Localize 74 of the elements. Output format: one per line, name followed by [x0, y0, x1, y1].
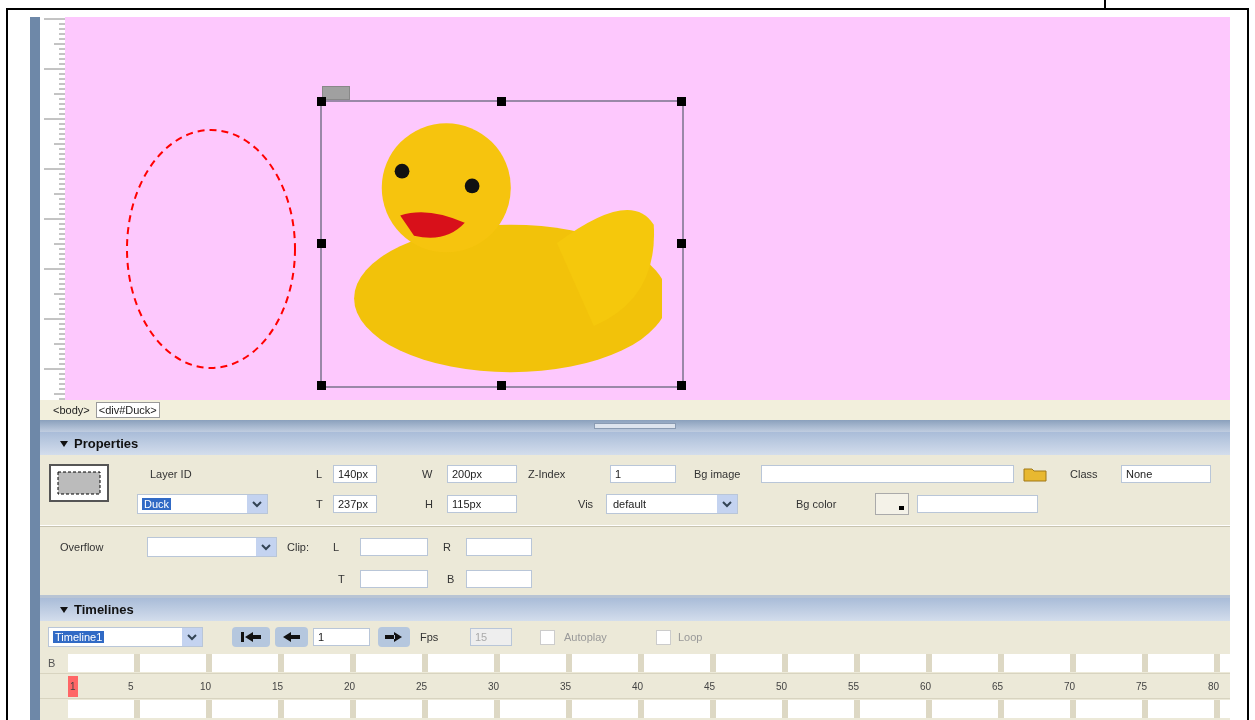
resize-handle[interactable] [317, 97, 326, 106]
frame-field[interactable]: 1 [313, 628, 370, 646]
resize-handle[interactable] [677, 97, 686, 106]
frame-number[interactable]: 10 [198, 675, 214, 697]
layer-tab[interactable] [322, 86, 350, 100]
input-field[interactable] [360, 570, 428, 588]
overflow-select[interactable] [147, 537, 277, 557]
frame-number[interactable]: 40 [630, 675, 646, 697]
tag-selector-item[interactable]: <div#Duck> [95, 402, 160, 418]
frame-number[interactable]: 80 [1206, 675, 1222, 697]
field-label: L [333, 541, 341, 553]
layer-icon [48, 463, 110, 503]
frame-number[interactable]: 60 [918, 675, 934, 697]
resize-handle[interactable] [677, 381, 686, 390]
field-label: L [316, 468, 324, 480]
field-label: T [338, 573, 346, 585]
input-field[interactable]: 140px [333, 465, 377, 483]
field-label: Overflow [60, 541, 105, 553]
rewind-icon[interactable] [232, 627, 270, 647]
input-field[interactable] [360, 538, 428, 556]
field-label: Z-Index [528, 468, 567, 480]
folder-icon[interactable] [1022, 466, 1048, 482]
field-label: Clip: [287, 541, 310, 553]
frame-number[interactable]: 65 [990, 675, 1006, 697]
frame-number[interactable]: 75 [1134, 675, 1150, 697]
color-swatch[interactable] [875, 493, 909, 515]
input-field[interactable] [761, 465, 1014, 483]
field-label: Layer ID [150, 468, 193, 480]
frame-number[interactable]: 70 [1062, 675, 1078, 697]
visibility-select[interactable]: default [606, 494, 738, 514]
checkbox-label: Loop [678, 631, 704, 643]
timeline-select[interactable]: Timeline1 [48, 627, 203, 647]
input-field[interactable] [917, 495, 1038, 513]
checkbox-label: Autoplay [564, 631, 608, 643]
field-label: Vis [578, 498, 595, 510]
panel-header[interactable]: Properties [40, 432, 1230, 455]
frame-number[interactable]: 55 [846, 675, 862, 697]
input-field[interactable] [466, 538, 532, 556]
field-label: Fps [420, 631, 440, 643]
channel-label: B [47, 657, 57, 669]
class-select[interactable]: None [1121, 465, 1211, 483]
resize-handle[interactable] [317, 239, 326, 248]
frame-number[interactable]: 50 [774, 675, 790, 697]
resize-handle[interactable] [317, 381, 326, 390]
field-label: W [422, 468, 434, 480]
panel-header[interactable]: Timelines [40, 598, 1230, 621]
splitter-grip[interactable] [594, 423, 676, 429]
frame-number[interactable]: 35 [558, 675, 574, 697]
input-field[interactable] [466, 570, 532, 588]
input-field[interactable]: 1 [610, 465, 676, 483]
play-icon[interactable] [378, 627, 410, 647]
back-icon[interactable] [275, 627, 308, 647]
resize-handle[interactable] [677, 239, 686, 248]
field-label: Class [1070, 468, 1099, 480]
frame-number[interactable]: 30 [486, 675, 502, 697]
input-field[interactable]: 200px [447, 465, 517, 483]
field-label: Bg color [796, 498, 838, 510]
layer-select[interactable]: Duck [137, 494, 268, 514]
frame-number[interactable]: 20 [342, 675, 358, 697]
resize-handle[interactable] [497, 97, 506, 106]
input-field[interactable]: 237px [333, 495, 377, 513]
field-label: R [443, 541, 452, 553]
frame-number[interactable]: 5 [126, 675, 136, 697]
field-label: T [316, 498, 324, 510]
frame-number[interactable]: 1 [68, 675, 78, 697]
frame-number[interactable]: 45 [702, 675, 718, 697]
field-label: B [447, 573, 456, 585]
field-label: Bg image [694, 468, 742, 480]
tag-selector-item[interactable]: <body> [50, 402, 93, 418]
frame-number[interactable]: 25 [414, 675, 430, 697]
frame-number[interactable]: 15 [270, 675, 286, 697]
input-field[interactable]: 115px [447, 495, 517, 513]
field-label: H [425, 498, 434, 510]
resize-handle[interactable] [497, 381, 506, 390]
